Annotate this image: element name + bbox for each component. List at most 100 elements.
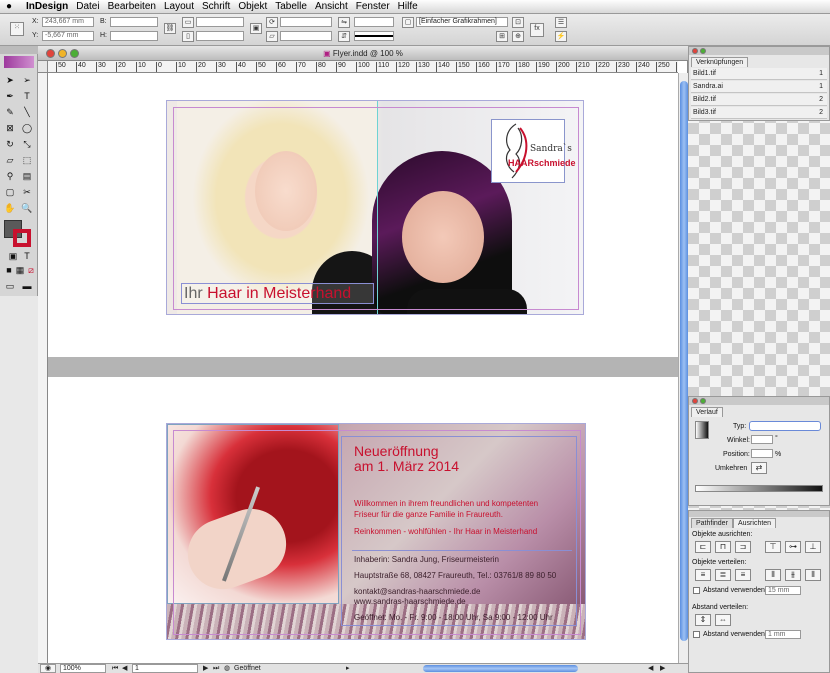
menu-app-indesign[interactable]: InDesign — [20, 1, 76, 12]
menu-datei[interactable]: Datei — [76, 1, 107, 12]
fit-frame-icon[interactable]: ⊞ — [496, 31, 508, 42]
scroll-left-icon[interactable]: ◀ — [648, 664, 653, 673]
rotate-icon[interactable]: ⟳ — [266, 17, 278, 28]
menu-ansicht[interactable]: Ansicht — [315, 1, 356, 12]
horizontal-scroll-thumb[interactable] — [423, 665, 578, 672]
stroke-swatch[interactable] — [13, 229, 31, 247]
line-tool-icon[interactable]: ╲ — [20, 106, 34, 118]
button-tool-icon[interactable]: ▢ — [3, 186, 17, 198]
quick-apply-icon[interactable]: ⚡ — [555, 31, 567, 42]
last-page-icon[interactable]: ⏭ — [213, 664, 219, 673]
stroke-type-field[interactable] — [354, 31, 394, 41]
apple-menu-icon[interactable]: ● — [6, 1, 20, 12]
panel-options-icon[interactable]: ☰ — [555, 17, 567, 28]
use-spacing-checkbox-1[interactable] — [693, 587, 700, 594]
align-left-icon[interactable]: ⊏ — [695, 541, 711, 553]
link-row[interactable]: Sandra.ai 1 — [691, 81, 827, 93]
type-tool-icon[interactable]: T — [20, 90, 34, 102]
ruler-origin[interactable] — [38, 61, 48, 73]
scale-y-field[interactable] — [196, 31, 244, 41]
links-close-icon[interactable] — [692, 48, 698, 54]
link-row[interactable]: Bild2.tif 2 — [691, 94, 827, 106]
y-field[interactable]: -5,667 mm — [42, 31, 94, 41]
apply-none-icon[interactable]: ⧄ — [24, 264, 38, 276]
scale-lock-icon[interactable]: ▣ — [250, 23, 262, 34]
distribute-top-icon[interactable]: ≡ — [695, 569, 711, 581]
links-collapse-icon[interactable] — [700, 48, 706, 54]
menu-schrift[interactable]: Schrift — [202, 1, 238, 12]
center-content-icon[interactable]: ⊕ — [512, 31, 524, 42]
menu-layout[interactable]: Layout — [164, 1, 202, 12]
distribute-vspace-icon[interactable]: ⇕ — [695, 614, 711, 626]
align-vcenter-icon[interactable]: ⊶ — [785, 541, 801, 553]
links-tab[interactable]: Verknüpfungen — [691, 57, 749, 67]
shear-icon[interactable]: ▱ — [266, 31, 278, 42]
spacing-field-1[interactable]: 15 mm — [765, 586, 801, 595]
effects-icon[interactable]: fx — [530, 23, 544, 37]
distribute-hcenter-icon[interactable]: ⫵ — [785, 569, 801, 581]
rotate-field[interactable] — [280, 17, 332, 27]
gradient-tab[interactable]: Verlauf — [691, 407, 723, 417]
eyedropper-tool-icon[interactable]: ⚲ — [3, 170, 17, 182]
status-menu-icon[interactable]: ▸ — [346, 664, 350, 673]
width-field[interactable] — [110, 17, 158, 27]
spacing-field-2[interactable]: 1 mm — [765, 630, 801, 639]
zoom-window-button[interactable] — [70, 49, 79, 58]
menu-objekt[interactable]: Objekt — [238, 1, 275, 12]
ellipse-tool-icon[interactable]: ◯ — [20, 122, 34, 134]
scroll-right-icon[interactable]: ▶ — [660, 664, 665, 673]
align-tab[interactable]: Ausrichten — [733, 518, 777, 528]
vertical-ruler[interactable] — [38, 73, 48, 663]
align-hcenter-icon[interactable]: ⊓ — [715, 541, 731, 553]
distribute-vcenter-icon[interactable]: ≣ — [715, 569, 731, 581]
flyer-page-2[interactable]: Neueröffnung am 1. März 2014 Willkommen … — [166, 423, 586, 640]
eye-preview-icon[interactable]: ◉ — [40, 664, 56, 673]
frame-style-icon[interactable]: ▢ — [402, 17, 414, 28]
flyer-page-1[interactable]: Sandra`s HAARschmiede Ihr Haar in Meiste… — [166, 100, 584, 315]
constrain-proportions-icon[interactable]: ⛓ — [164, 23, 176, 34]
formatting-text-icon[interactable]: T — [20, 250, 34, 262]
link-row[interactable]: Bild1.tif 1 — [691, 68, 827, 80]
scale-y-icon[interactable]: ▯ — [182, 31, 194, 42]
scale-x-field[interactable] — [196, 17, 244, 27]
rectangle-frame-tool-icon[interactable]: ⊠ — [3, 122, 17, 134]
align-bottom-icon[interactable]: ⊥ — [805, 541, 821, 553]
align-right-icon[interactable]: ⊐ — [735, 541, 751, 553]
x-field[interactable]: 243,667 mm — [42, 17, 94, 27]
free-transform-tool-icon[interactable]: ⬚ — [20, 154, 34, 166]
first-page-icon[interactable]: ⏮ — [112, 664, 118, 673]
align-top-icon[interactable]: ⊤ — [765, 541, 781, 553]
link-row[interactable]: Bild3.tif 2 — [691, 107, 827, 119]
page-field[interactable]: 1 — [132, 664, 198, 673]
prev-page-icon[interactable]: ◀ — [122, 664, 127, 673]
headline-frame[interactable]: Ihr Haar in Meisterhand — [181, 283, 374, 304]
formatting-container-icon[interactable]: ▣ — [6, 250, 20, 262]
distribute-left-icon[interactable]: ⫴ — [765, 569, 781, 581]
menu-tabelle[interactable]: Tabelle — [275, 1, 315, 12]
shear-tool-icon[interactable]: ▱ — [3, 154, 17, 166]
vertical-scroll-thumb[interactable] — [680, 81, 688, 641]
distribute-right-icon[interactable]: ⫴ — [805, 569, 821, 581]
scissors-tool-icon[interactable]: ✂ — [20, 186, 34, 198]
text-frame[interactable]: Neueröffnung am 1. März 2014 Willkommen … — [341, 436, 577, 626]
vertical-scrollbar[interactable] — [678, 73, 688, 663]
pathfinder-tab[interactable]: Pathfinder — [691, 518, 733, 528]
position-field[interactable] — [751, 449, 773, 458]
minimize-window-button[interactable] — [58, 49, 67, 58]
frame-style-dropdown[interactable]: [Einfacher Grafikrahmen] — [416, 17, 508, 27]
menu-bearbeiten[interactable]: Bearbeiten — [108, 1, 164, 12]
horizontal-ruler[interactable]: 50 40 30 20 10 0 10 20 30 40 50 60 70 80 90 100 110 120 13… — [48, 61, 678, 73]
direct-selection-tool-icon[interactable]: ➢ — [20, 74, 34, 86]
reverse-gradient-button[interactable]: ⇄ — [751, 462, 767, 474]
flip-horizontal-icon[interactable]: ⇋ — [338, 17, 350, 28]
stroke-weight-field[interactable] — [354, 17, 394, 27]
zoom-tool-icon[interactable]: 🔍 — [20, 202, 34, 214]
selection-tool-icon[interactable]: ➤ — [3, 74, 17, 86]
pencil-tool-icon[interactable]: ✎ — [3, 106, 17, 118]
shear-field[interactable] — [280, 31, 332, 41]
flip-vertical-icon[interactable]: ⇵ — [338, 31, 350, 42]
hand-tool-icon[interactable]: ✋ — [3, 202, 17, 214]
fit-content-icon[interactable]: ⊡ — [512, 17, 524, 28]
zoom-field[interactable]: 100% — [60, 664, 106, 673]
pen-tool-icon[interactable]: ✒ — [3, 90, 17, 102]
